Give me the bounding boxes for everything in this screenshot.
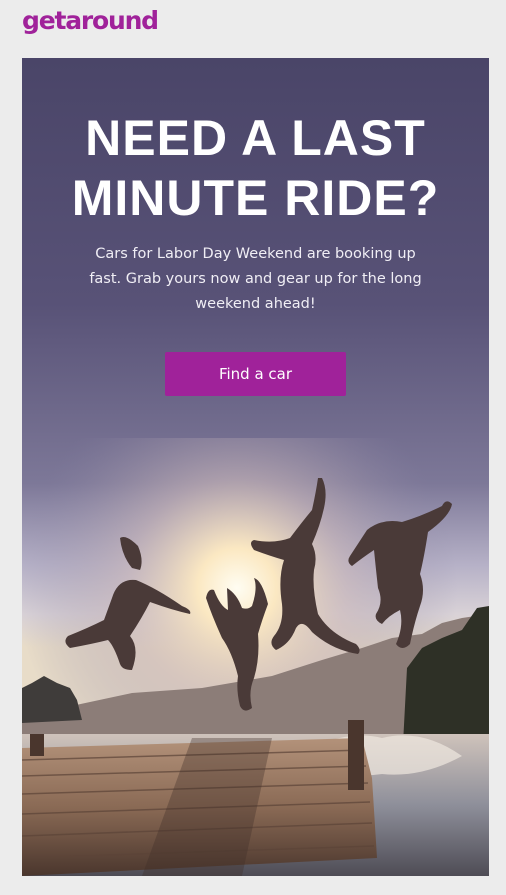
hero-body-text: Cars for Labor Day Weekend are booking u…	[89, 246, 422, 312]
email-header: getaround	[0, 0, 506, 58]
headline-line-1: NEED A LAST	[85, 110, 426, 166]
dock-post-left	[30, 734, 44, 756]
dock-post	[348, 720, 364, 790]
hero-headline: NEED A LAST MINUTE RIDE?	[22, 108, 489, 228]
hero-card: NEED A LAST MINUTE RIDE? Cars for Labor …	[22, 58, 489, 876]
find-a-car-button[interactable]: Find a car	[165, 352, 346, 396]
hero-photo[interactable]	[22, 438, 489, 876]
headline-line-2: MINUTE RIDE?	[71, 170, 440, 226]
getaround-logo[interactable]: getaround	[22, 6, 159, 35]
